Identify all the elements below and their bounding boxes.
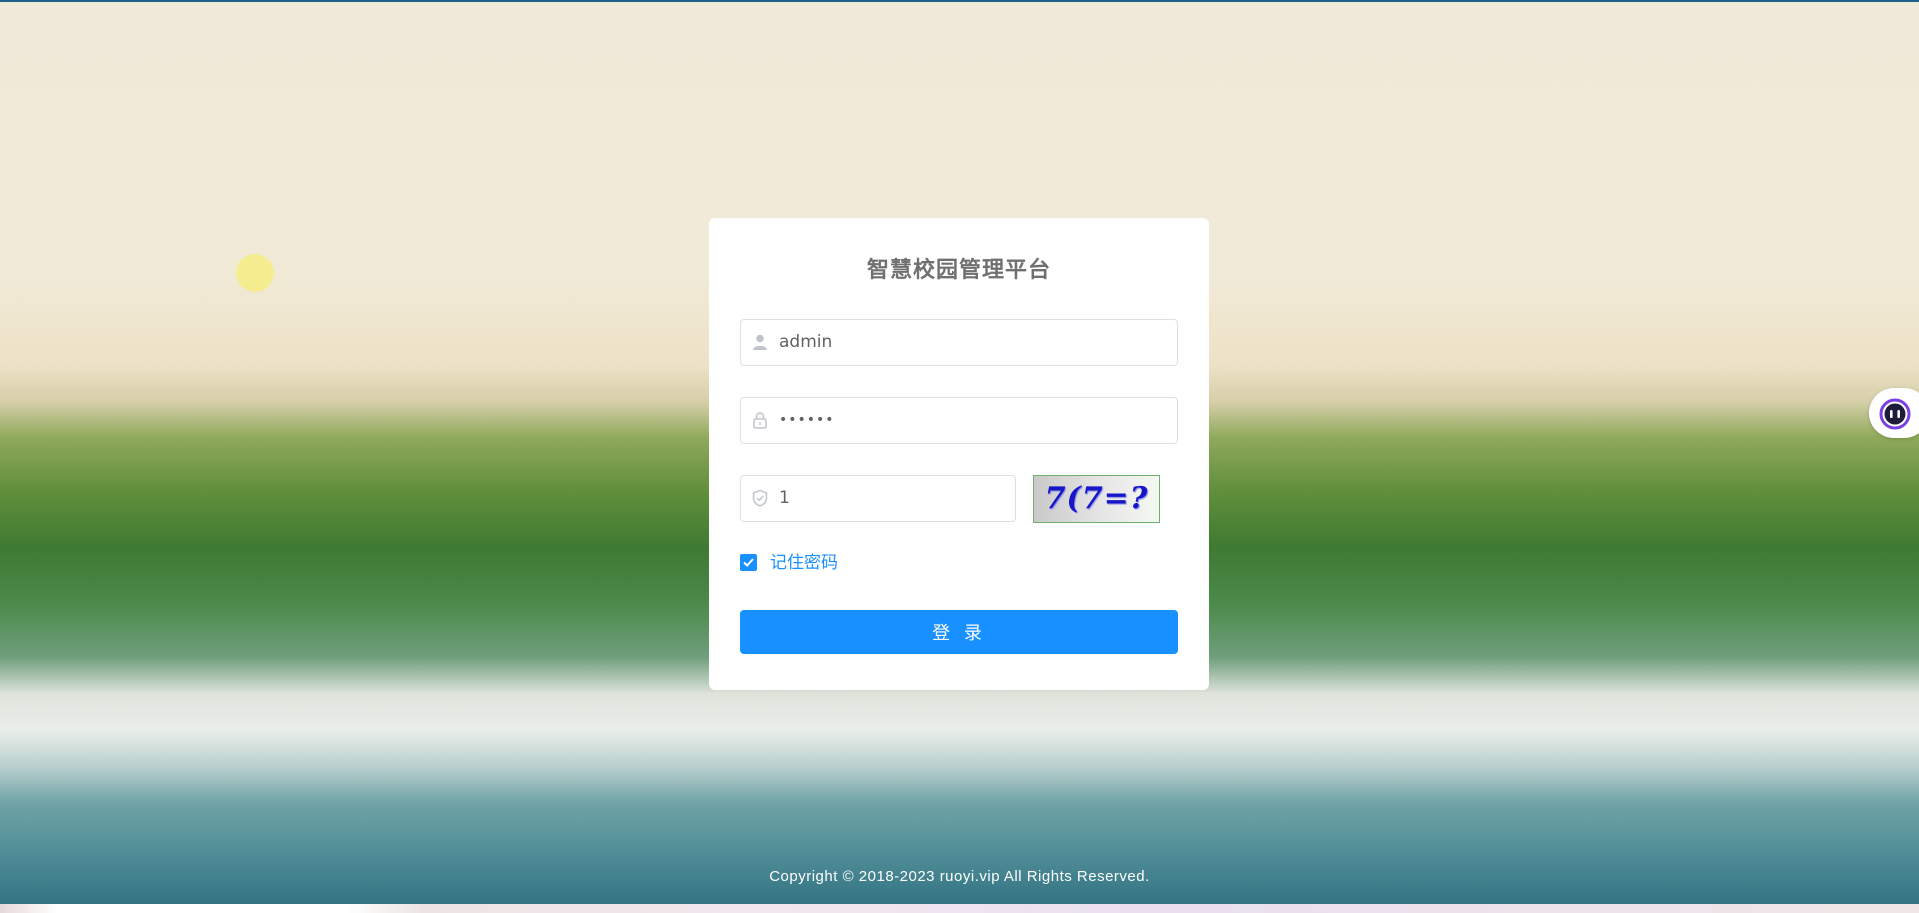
captcha-field[interactable]: 1 [740,475,1016,522]
user-icon [751,333,769,351]
login-button[interactable]: 登 录 [740,610,1178,654]
username-field[interactable]: admin [740,319,1178,366]
background-sun [236,254,274,292]
captcha-input[interactable]: 1 [779,476,790,521]
password-field[interactable]: •••••• [740,397,1178,444]
remember-checkbox[interactable] [740,554,757,571]
lock-icon [751,411,769,429]
floating-assistant-button[interactable] [1869,388,1919,438]
captcha-image[interactable]: 7(7=? [1033,475,1160,523]
login-card: 智慧校园管理平台 admin •••••• 1 7(7=? 记住密码 登 录 [709,218,1209,690]
copyright-text: Copyright © 2018-2023 ruoyi.vip All Righ… [769,868,1150,885]
assistant-face-icon [1879,398,1911,430]
checkmark-icon [743,558,754,567]
remember-label[interactable]: 记住密码 [770,552,838,574]
username-input[interactable]: admin [779,320,832,365]
top-border [0,0,1919,2]
shield-icon [751,489,769,507]
taskbar-strip [0,904,1919,913]
page-title: 智慧校园管理平台 [866,258,1051,283]
password-input[interactable]: •••••• [779,398,835,443]
